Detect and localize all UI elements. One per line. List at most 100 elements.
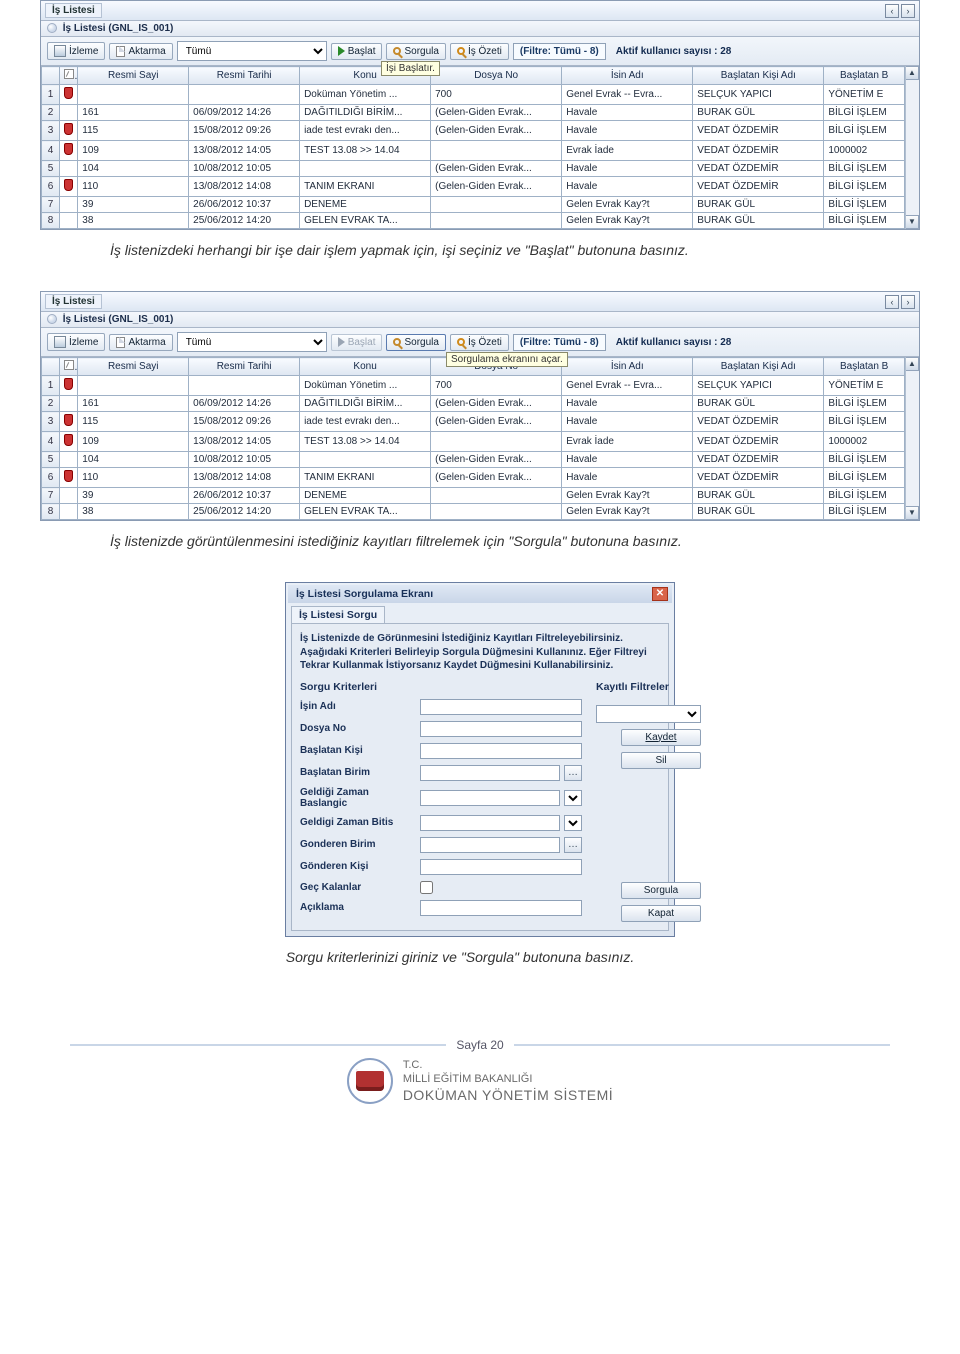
vertical-scrollbar[interactable]: ▲ ▼: [905, 357, 919, 520]
grid-col-header[interactable]: [60, 358, 78, 376]
grid-col-header[interactable]: Resmi Tarihi: [189, 358, 300, 376]
sorgula-button[interactable]: Sorgula: [386, 334, 445, 351]
sil-button[interactable]: Sil: [621, 752, 701, 769]
filter-select[interactable]: Tümü: [177, 41, 327, 61]
baslatan-birim-lookup-button[interactable]: …: [564, 765, 582, 781]
grid-col-header[interactable]: Başlatan Kişi Adı: [693, 358, 824, 376]
grid-cell: BİLGİ İŞLEM: [824, 161, 905, 177]
baslatan-birim-input[interactable]: [420, 765, 560, 781]
scroll-up-button[interactable]: ▲: [906, 66, 919, 80]
nav-next-button[interactable]: ›: [901, 4, 915, 18]
aktarma-button[interactable]: Aktarma: [109, 43, 172, 60]
grid-col-header[interactable]: Başlatan B: [824, 358, 905, 376]
dialog-tab[interactable]: İş Listesi Sorgu: [291, 606, 385, 623]
scroll-down-button[interactable]: ▼: [906, 506, 919, 520]
table-row[interactable]: 73926/06/2012 10:37DENEMEGelen Evrak Kay…: [42, 197, 905, 213]
kaydet-button[interactable]: Kaydet: [621, 729, 701, 746]
grid-col-header[interactable]: [42, 67, 60, 85]
grid-cell: 13/08/2012 14:08: [189, 177, 300, 197]
table-row[interactable]: 410913/08/2012 14:05TEST 13.08 >> 14.04E…: [42, 432, 905, 452]
saved-filter-select[interactable]: [596, 705, 701, 723]
table-row[interactable]: 216106/09/2012 14:26DAĞITILDIĞI BİRİM...…: [42, 105, 905, 121]
grid-col-header[interactable]: İsin Adı: [562, 358, 693, 376]
scroll-up-button[interactable]: ▲: [906, 357, 919, 371]
filter-select[interactable]: Tümü: [177, 332, 327, 352]
gonderen-birim-lookup-button[interactable]: …: [564, 837, 582, 853]
nav-next-button[interactable]: ›: [901, 295, 915, 309]
isin-adi-input[interactable]: [420, 699, 582, 715]
table-row[interactable]: 83825/06/2012 14:20GELEN EVRAK TA...Gele…: [42, 504, 905, 520]
table-row[interactable]: 311515/08/2012 09:26iade test evrakı den…: [42, 412, 905, 432]
grid-cell: VEDAT ÖZDEMİR: [693, 177, 824, 197]
baslat-label: Başlat: [348, 337, 376, 348]
grid-col-header[interactable]: Başlatan Kişi Adı: [693, 67, 824, 85]
monitor-icon: [54, 45, 66, 57]
izleme-button[interactable]: İzleme: [47, 333, 105, 351]
table-row[interactable]: 510410/08/2012 10:05(Gelen-Giden Evrak..…: [42, 161, 905, 177]
pin-icon: [64, 87, 73, 99]
grid-col-header[interactable]: İsin Adı: [562, 67, 693, 85]
table-row[interactable]: 1Doküman Yönetim ...700Genel Evrak -- Ev…: [42, 376, 905, 396]
grid-cell: BİLGİ İŞLEM: [824, 121, 905, 141]
dosya-no-input[interactable]: [420, 721, 582, 737]
row-icon-cell: [60, 121, 78, 141]
geldigi-baslangic-picker[interactable]: [564, 790, 582, 806]
grid-cell: TANIM EKRANI: [300, 468, 431, 488]
gonderen-kisi-input[interactable]: [420, 859, 582, 875]
grid-col-header[interactable]: [60, 67, 78, 85]
grid-cell: [431, 141, 562, 161]
nav-prev-button[interactable]: ‹: [885, 4, 899, 18]
sorgula-button[interactable]: Sorgula: [386, 43, 445, 60]
vertical-scrollbar[interactable]: ▲ ▼: [905, 66, 919, 229]
grid-cell: 13/08/2012 14:05: [189, 141, 300, 161]
table-row[interactable]: 1Doküman Yönetim ...700Genel Evrak -- Ev…: [42, 85, 905, 105]
grid-col-header[interactable]: Konu: [300, 358, 431, 376]
row-icon-cell: [60, 468, 78, 488]
dialog-sorgula-button[interactable]: Sorgula: [621, 882, 701, 899]
grid-cell: BİLGİ İŞLEM: [824, 488, 905, 504]
izleme-button[interactable]: İzleme: [47, 42, 105, 60]
panel-nav: ‹ ›: [885, 295, 915, 309]
scroll-down-button[interactable]: ▼: [906, 215, 919, 229]
table-row[interactable]: 73926/06/2012 10:37DENEMEGelen Evrak Kay…: [42, 488, 905, 504]
table-row[interactable]: 83825/06/2012 14:20GELEN EVRAK TA...Gele…: [42, 213, 905, 229]
row-icon-cell: [60, 396, 78, 412]
kapat-button[interactable]: Kapat: [621, 905, 701, 922]
grid-col-header[interactable]: Resmi Sayi: [78, 67, 189, 85]
table-row[interactable]: 410913/08/2012 14:05TEST 13.08 >> 14.04E…: [42, 141, 905, 161]
geldigi-bitis-picker[interactable]: [564, 815, 582, 831]
table-row[interactable]: 510410/08/2012 10:05(Gelen-Giden Evrak..…: [42, 452, 905, 468]
grid-col-header[interactable]: Dosya No: [431, 67, 562, 85]
geldigi-baslangic-input[interactable]: [420, 790, 560, 806]
table-row[interactable]: 611013/08/2012 14:08TANIM EKRANI(Gelen-G…: [42, 468, 905, 488]
baslat-button[interactable]: Başlat: [331, 43, 383, 60]
magnifier-icon: [393, 338, 401, 346]
table-row[interactable]: 216106/09/2012 14:26DAĞITILDIĞI BİRİM...…: [42, 396, 905, 412]
grid-col-header[interactable]: Resmi Sayi: [78, 358, 189, 376]
gonderen-birim-input[interactable]: [420, 837, 560, 853]
grid-cell: 13/08/2012 14:08: [189, 468, 300, 488]
ozet-button[interactable]: İş Özeti: [450, 43, 509, 60]
grid-col-header[interactable]: Resmi Tarihi: [189, 67, 300, 85]
aktarma-button[interactable]: Aktarma: [109, 334, 172, 351]
scroll-track[interactable]: [906, 80, 919, 215]
ozet-button[interactable]: İş Özeti: [450, 334, 509, 351]
table-row[interactable]: 611013/08/2012 14:08TANIM EKRANI(Gelen-G…: [42, 177, 905, 197]
grid-col-header[interactable]: Başlatan B: [824, 67, 905, 85]
gec-kalanlar-checkbox[interactable]: [420, 881, 433, 894]
aciklama-input[interactable]: [420, 900, 582, 916]
grid-cell: 115: [78, 121, 189, 141]
dialog-close-button[interactable]: ✕: [652, 587, 668, 601]
table-row[interactable]: 311515/08/2012 09:26iade test evrakı den…: [42, 121, 905, 141]
grid-cell: 109: [78, 141, 189, 161]
grid-col-header[interactable]: [42, 358, 60, 376]
grid-cell: 38: [78, 504, 189, 520]
pin-icon: [64, 414, 73, 426]
grid-cell: (Gelen-Giden Evrak...: [431, 396, 562, 412]
nav-prev-button[interactable]: ‹: [885, 295, 899, 309]
baslatan-kisi-input[interactable]: [420, 743, 582, 759]
scroll-track[interactable]: [906, 371, 919, 506]
filter-info: (Filtre: Tümü - 8): [513, 43, 606, 60]
geldigi-bitis-input[interactable]: [420, 815, 560, 831]
grid-cell: TANIM EKRANI: [300, 177, 431, 197]
